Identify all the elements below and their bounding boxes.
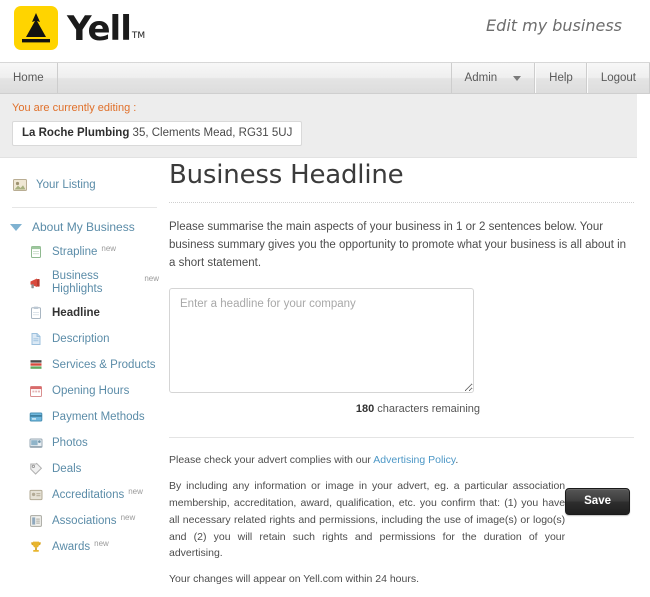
advertising-policy-link[interactable]: Advertising Policy [373, 454, 455, 466]
sidebar-item-accreditations[interactable]: Accreditations new [0, 482, 165, 508]
certificate-icon [28, 487, 44, 503]
save-button[interactable]: Save [565, 488, 630, 516]
nav-item-home-label: Home [13, 72, 44, 84]
listing-card-icon [12, 177, 28, 193]
new-badge: new [128, 487, 143, 497]
intro-text: Please summarise the main aspects of you… [169, 221, 627, 269]
navbar-spacer [58, 63, 452, 93]
card-icon [28, 409, 44, 425]
sidebar-item-services-products-label: Services & Products [52, 359, 156, 372]
chevron-down-icon [513, 75, 522, 81]
stack-icon [28, 357, 44, 373]
sidebar-item-accreditations-label: Accreditations [52, 489, 125, 502]
legal-line-1: Please check your advert complies with o… [169, 452, 565, 469]
sidebar-item-your-listing-label: Your Listing [36, 178, 96, 191]
megaphone-icon [28, 275, 44, 291]
legal-line-1-suffix: . [455, 454, 459, 467]
characters-remaining-count: 180 [355, 403, 375, 416]
sidebar-item-opening-hours-label: Opening Hours [52, 385, 130, 398]
nav-item-home[interactable]: Home [0, 63, 58, 93]
sidebar-item-photos[interactable]: Photos [0, 430, 165, 456]
footer-divider [169, 437, 634, 439]
characters-remaining-label: characters remaining [377, 403, 480, 416]
sidebar-group-about-my-business-label: About My Business [32, 220, 135, 234]
currently-editing-label: You are currently editing : [12, 102, 137, 114]
navbar-right-group: Admin Help Logout [452, 63, 650, 93]
sidebar-item-awards[interactable]: Awards new [0, 534, 165, 560]
sidebar-item-deals[interactable]: Deals [0, 456, 165, 482]
nav-item-admin[interactable]: Admin [452, 63, 536, 93]
page-header: YellTM Edit my business [0, 0, 650, 62]
document-icon [28, 331, 44, 347]
sidebar-item-photos-label: Photos [52, 437, 88, 450]
sidebar-item-headline-label: Headline [52, 307, 100, 320]
sidebar-item-payment-methods-label: Payment Methods [52, 411, 145, 424]
sidebar-item-services-products[interactable]: Services & Products [0, 352, 165, 378]
new-badge: new [144, 274, 159, 284]
new-badge: new [94, 539, 109, 549]
association-icon [28, 513, 44, 529]
edit-my-business-title: Edit my business [486, 16, 622, 35]
yell-wordmark: YellTM [67, 12, 145, 46]
new-badge: new [120, 513, 136, 523]
nav-item-help-label: Help [549, 72, 573, 84]
new-badge: new [101, 243, 117, 253]
sidebar-item-business-highlights[interactable]: Business Highlights new [0, 265, 165, 300]
tag-icon [28, 461, 44, 477]
sidebar-item-opening-hours[interactable]: Opening Hours [0, 378, 165, 404]
main-content: Business Headline Please summarise the m… [165, 158, 650, 597]
calendar-icon [28, 383, 44, 399]
sidebar-item-associations[interactable]: Associations new [0, 508, 165, 534]
trademark-symbol: TM [131, 31, 146, 41]
sidebar-item-deals-label: Deals [52, 463, 82, 476]
sidebar-item-strapline[interactable]: Strapline new [0, 239, 165, 265]
page-layout: Your Listing About My Business Strapline… [0, 158, 650, 597]
sidebar-item-description[interactable]: Description [0, 326, 165, 352]
sidebar-divider [12, 207, 157, 208]
sidebar-item-description-label: Description [52, 333, 110, 346]
yell-arrow-logo-icon [14, 6, 58, 50]
legal-line-3: Your changes will appear on Yell.com wit… [169, 573, 420, 586]
characters-remaining: 180 characters remaining [169, 403, 480, 415]
nav-item-help[interactable]: Help [535, 63, 587, 93]
headline-input[interactable] [169, 288, 474, 394]
photo-icon [28, 435, 44, 451]
current-business-address: 35, Clements Mead, RG31 5UJ [132, 127, 293, 139]
legal-line-1-prefix: Please check your advert complies with o… [169, 454, 374, 467]
sidebar-item-business-highlights-label: Business Highlights [52, 270, 103, 295]
nav-item-logout[interactable]: Logout [586, 63, 650, 93]
sidebar-item-your-listing[interactable]: Your Listing [0, 172, 165, 198]
sidebar-nav: Your Listing About My Business Strapline… [0, 158, 165, 560]
current-business-name: La Roche Plumbing [22, 127, 130, 139]
currently-editing-bar: You are currently editing : La Roche Plu… [0, 94, 637, 158]
sidebar-group-about-my-business[interactable]: About My Business [0, 216, 165, 239]
sidebar-item-headline[interactable]: Headline [0, 300, 165, 326]
legal-line-2: By including any information or image in… [169, 480, 566, 560]
clipboard-icon [28, 305, 44, 321]
yell-wordmark-text: Yell [67, 9, 132, 49]
note-icon [28, 244, 44, 260]
nav-item-admin-label: Admin [464, 72, 498, 84]
yell-logo[interactable]: YellTM [14, 6, 145, 50]
page-title: Business Headline [169, 160, 404, 190]
sidebar-item-awards-label: Awards [52, 541, 91, 554]
current-business-chip[interactable]: La Roche Plumbing 35, Clements Mead, RG3… [12, 121, 303, 146]
triangle-down-icon [10, 224, 22, 232]
nav-item-logout-label: Logout [600, 72, 636, 84]
sidebar-item-payment-methods[interactable]: Payment Methods [0, 404, 165, 430]
trophy-icon [28, 539, 44, 555]
sidebar-item-strapline-label: Strapline [52, 245, 98, 258]
main-navbar: Home Admin Help Logout [0, 62, 650, 94]
title-divider [169, 202, 634, 203]
sidebar-item-associations-label: Associations [52, 515, 117, 528]
